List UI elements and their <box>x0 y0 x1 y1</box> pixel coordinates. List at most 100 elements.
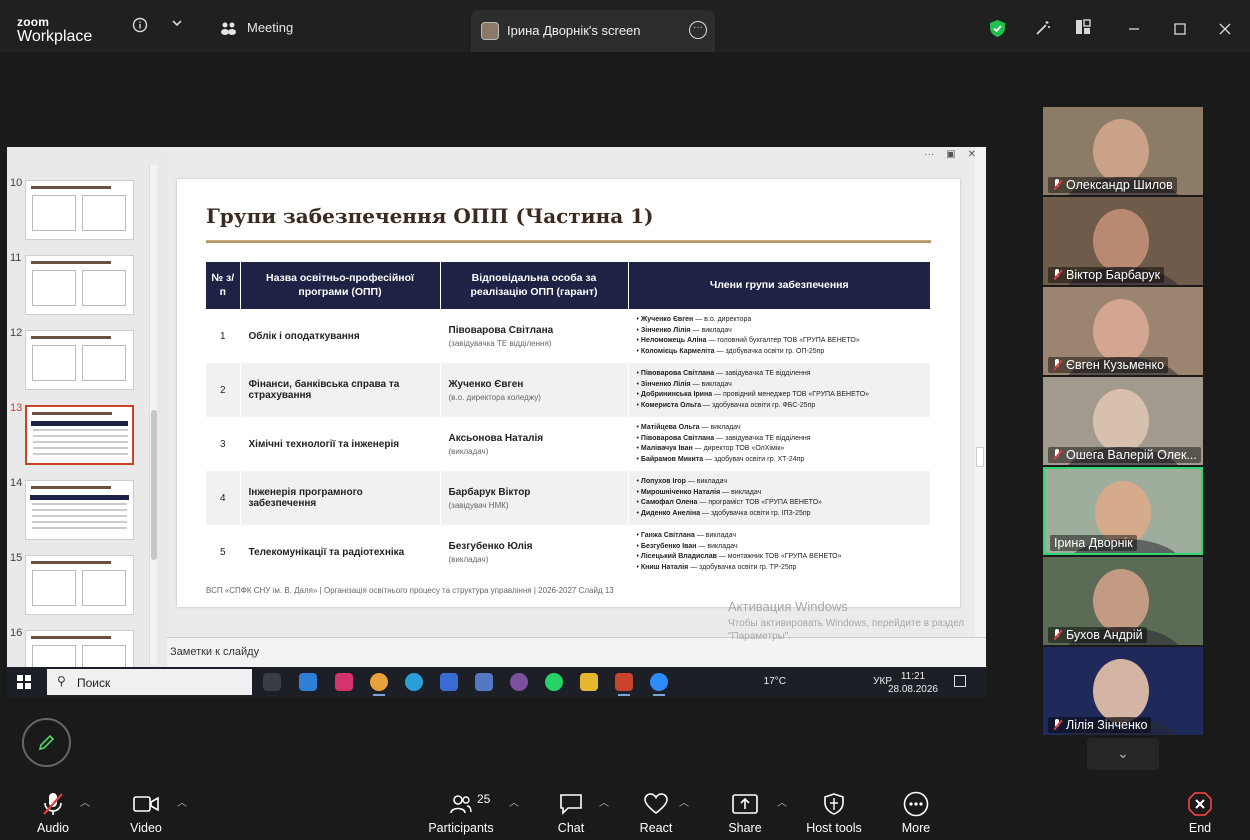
maximize-icon[interactable] <box>1174 22 1186 40</box>
row-number: 2 <box>206 363 241 417</box>
meeting-button[interactable]: Meeting <box>220 20 293 35</box>
slide-thumbnail[interactable] <box>25 405 134 465</box>
zoom-taskbar-icon[interactable] <box>650 673 668 696</box>
more-icon <box>898 791 934 817</box>
participant-name: Бухов Андрій <box>1066 628 1143 642</box>
react-button[interactable]: React <box>636 791 676 835</box>
participant-tile[interactable]: Лілія Зінченко <box>1043 647 1203 735</box>
participants-caret-icon[interactable]: ︿ <box>509 794 519 809</box>
taskbar-search[interactable]: ⚲ Поиск <box>47 669 252 695</box>
defender-icon[interactable] <box>440 673 458 691</box>
scrollbar-thumb[interactable] <box>151 410 157 560</box>
slide-thumbnail[interactable] <box>25 555 134 615</box>
participant-tile[interactable]: Бухов Андрій <box>1043 557 1203 645</box>
magic-wand-icon[interactable] <box>1034 19 1052 42</box>
participant-name-tag: Лілія Зінченко <box>1048 717 1152 733</box>
members-cell: • Матійцева Ольга — викладач • Півоварова… <box>628 417 931 471</box>
audio-button[interactable]: Audio <box>34 791 72 835</box>
participant-name-tag: Ірина Дворнік <box>1050 535 1137 551</box>
video-button[interactable]: Video <box>126 791 166 835</box>
chevron-down-icon[interactable] <box>170 16 184 35</box>
task-view-icon[interactable] <box>263 673 281 691</box>
chat-button[interactable]: Chat <box>553 791 589 835</box>
participant-tile[interactable]: Євген Кузьменко <box>1043 287 1203 375</box>
weather-temp[interactable]: 17°C <box>764 676 786 687</box>
file-explorer-icon[interactable] <box>580 673 598 691</box>
slide-thumbnail[interactable] <box>25 255 134 315</box>
member-name: Безгубенко Іван <box>640 542 697 550</box>
share-caret-icon[interactable]: ︿ <box>777 794 787 809</box>
outlook-icon[interactable] <box>299 673 317 691</box>
slide-thumbnail[interactable] <box>25 480 134 540</box>
chrome-icon[interactable] <box>370 673 388 696</box>
member-name: Малівачук Іван <box>640 445 693 452</box>
participant-tile[interactable]: Віктор Барбарук <box>1043 197 1203 285</box>
windows-activation-watermark: Активация Windows Чтобы активировать Win… <box>728 599 968 643</box>
screen-share-tab[interactable]: Ірина Дворнік's screen ··· <box>471 10 715 52</box>
windows-start-icon[interactable] <box>17 675 31 689</box>
whatsapp-icon[interactable] <box>545 673 563 691</box>
brand-bottom: Workplace <box>17 28 93 45</box>
table-row: 2 Фінанси, банківська справа та страхуван… <box>206 363 931 417</box>
react-caret-icon[interactable]: ︿ <box>679 794 689 809</box>
member-line: • Зінченко Лілія — викладач <box>636 380 732 388</box>
slide-canvas[interactable]: Групи забезпечення ОПП (Частина 1) № з/п… <box>177 179 960 607</box>
annotate-pencil-button[interactable] <box>22 718 71 767</box>
gallery-scroll-down-icon[interactable]: ⌄ <box>1087 738 1159 770</box>
system-clock[interactable]: 11:21 28.08.2026 <box>888 670 938 696</box>
slide-thumbnail[interactable] <box>25 330 134 390</box>
responsible-name: Аксьонова Наталія <box>448 432 544 444</box>
chat-caret-icon[interactable]: ︿ <box>599 794 609 809</box>
thumbnail-number: 16 <box>10 627 23 639</box>
more-options-icon[interactable]: ··· <box>689 21 707 39</box>
member-line: • Малівачук Іван — директор ТОВ «ОлХімік… <box>636 445 785 452</box>
clock-date: 28.08.2026 <box>887 684 938 695</box>
pane-restore-icon[interactable]: ▣ <box>946 149 955 160</box>
end-button[interactable]: End <box>1185 791 1215 835</box>
video-caret-icon[interactable]: ︿ <box>177 794 187 809</box>
host-tools-button[interactable]: Host tools <box>805 791 863 835</box>
minimize-icon[interactable] <box>1128 22 1140 40</box>
telegram-icon[interactable] <box>405 673 423 691</box>
thumbnail-scrollbar[interactable] <box>149 165 157 665</box>
title-bar: zoom Workplace Meeting Ірина Дворнік's s… <box>0 0 1250 52</box>
instagram-icon[interactable] <box>335 673 353 691</box>
close-icon[interactable] <box>1219 22 1231 40</box>
table-body: 1 Облік і оподаткування Півоварова Світлан… <box>206 309 931 579</box>
notification-icon[interactable] <box>954 675 966 687</box>
participant-tile[interactable]: Ірина Дворнік <box>1043 467 1203 555</box>
table-row: 4 Інженерія програмного забезпечення Барба… <box>206 471 931 525</box>
more-button[interactable]: More <box>898 791 934 835</box>
clock-time: 11:21 <box>900 671 926 682</box>
shield-check-icon[interactable] <box>989 19 1006 43</box>
meeting-toolbar: Audio ︿ Video ︿ 25 Participants ︿ Chat ︿ <box>0 782 1250 840</box>
participant-tile[interactable]: Ошега Валерій Олек... <box>1043 377 1203 465</box>
viber-icon[interactable] <box>510 673 528 691</box>
scrollbar-thumb[interactable] <box>976 447 984 467</box>
slide-scrollbar[interactable] <box>975 147 986 637</box>
member-role: — викладач <box>685 478 727 485</box>
participant-video <box>1093 299 1149 363</box>
slide-footer: ВСП «СПФК СНУ ім. В. Даля» | Організація… <box>206 586 614 595</box>
pane-more-icon[interactable]: ··· <box>924 149 934 160</box>
members-cell: • Ганжа Світлана — викладач • Безгубенко … <box>628 525 931 579</box>
thumbnail-number: 15 <box>10 552 23 564</box>
slide-thumbnail[interactable] <box>25 180 134 240</box>
title-divider <box>206 240 931 243</box>
share-button[interactable]: Share <box>726 791 764 835</box>
notes-label: Заметки к слайду <box>170 646 260 658</box>
responsible-role: (викладач) <box>448 554 489 564</box>
powerpoint-icon[interactable] <box>615 673 633 696</box>
participants-button[interactable]: 25 Participants <box>428 791 494 835</box>
member-name: Матійцева Ольга <box>640 424 700 431</box>
info-icon[interactable] <box>132 17 148 38</box>
store-icon[interactable] <box>475 673 493 691</box>
participant-tile[interactable]: Олександр Шилов <box>1043 107 1203 195</box>
meeting-label: Meeting <box>247 20 294 35</box>
member-role: — здобувачка освіти гр. ІПЗ-25пр <box>700 509 811 517</box>
mic-muted-icon <box>1052 719 1062 731</box>
participant-video <box>1093 569 1149 633</box>
audio-caret-icon[interactable]: ︿ <box>80 794 90 809</box>
member-line: • Лопухов Ігор — викладач <box>636 478 727 485</box>
view-layout-icon[interactable] <box>1075 19 1091 40</box>
